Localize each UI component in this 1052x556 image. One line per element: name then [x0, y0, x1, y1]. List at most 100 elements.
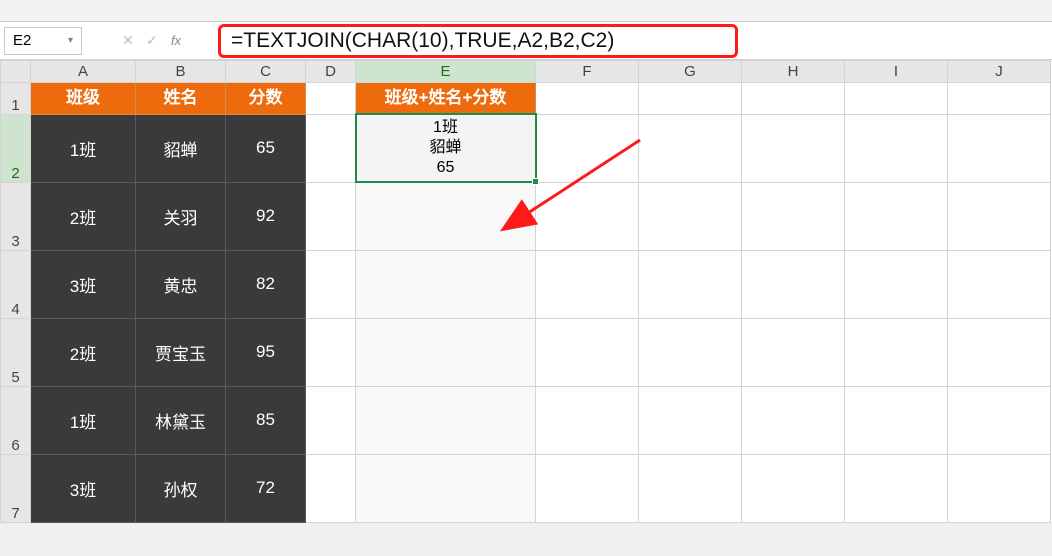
table-header-E[interactable]: 班级+姓名+分数 [356, 83, 536, 115]
cell-J1[interactable] [948, 83, 1051, 115]
cell-G6[interactable] [639, 386, 742, 454]
cell-I2[interactable] [845, 114, 948, 182]
cell-H2[interactable] [742, 114, 845, 182]
col-header-G[interactable]: G [639, 61, 742, 83]
row-header-4[interactable]: 4 [1, 250, 31, 318]
data-cell-C2[interactable]: 65 [226, 114, 306, 182]
cell-I3[interactable] [845, 182, 948, 250]
cell-G2[interactable] [639, 114, 742, 182]
table-header-C[interactable]: 分数 [226, 83, 306, 115]
col-header-H[interactable]: H [742, 61, 845, 83]
data-cell-A6[interactable]: 1班 [31, 386, 136, 454]
cell-J7[interactable] [948, 454, 1051, 522]
data-cell-A7[interactable]: 3班 [31, 454, 136, 522]
cell-G5[interactable] [639, 318, 742, 386]
cell-F4[interactable] [536, 250, 639, 318]
row-header-5[interactable]: 5 [1, 318, 31, 386]
cell-I4[interactable] [845, 250, 948, 318]
grid-table: ABCDEFGHIJ1班级姓名分数班级+姓名+分数21班貂蝉651班 貂蝉 65… [0, 60, 1051, 523]
data-cell-A5[interactable]: 2班 [31, 318, 136, 386]
row-header-2[interactable]: 2 [1, 114, 31, 182]
col-header-C[interactable]: C [226, 61, 306, 83]
cell-I7[interactable] [845, 454, 948, 522]
cell-D6[interactable] [306, 386, 356, 454]
data-cell-B3[interactable]: 关羽 [136, 182, 226, 250]
formula-input[interactable]: =TEXTJOIN(CHAR(10),TRUE,A2,B2,C2) [218, 24, 738, 58]
formula-text: =TEXTJOIN(CHAR(10),TRUE,A2,B2,C2) [231, 29, 614, 53]
cell-D4[interactable] [306, 250, 356, 318]
cell-J5[interactable] [948, 318, 1051, 386]
col-header-B[interactable]: B [136, 61, 226, 83]
cell-I6[interactable] [845, 386, 948, 454]
col-header-E[interactable]: E [356, 61, 536, 83]
data-cell-C5[interactable]: 95 [226, 318, 306, 386]
cell-F2[interactable] [536, 114, 639, 182]
col-header-A[interactable]: A [31, 61, 136, 83]
cell-F7[interactable] [536, 454, 639, 522]
data-cell-A2[interactable]: 1班 [31, 114, 136, 182]
data-cell-C4[interactable]: 82 [226, 250, 306, 318]
row-header-6[interactable]: 6 [1, 386, 31, 454]
cell-H1[interactable] [742, 83, 845, 115]
data-cell-B7[interactable]: 孙权 [136, 454, 226, 522]
fill-handle[interactable] [532, 178, 539, 185]
name-box-dropdown-icon[interactable]: ▾ [68, 35, 73, 46]
formula-bar-buttons: ✕ ✓ fx [86, 29, 218, 53]
data-cell-C6[interactable]: 85 [226, 386, 306, 454]
cell-D1[interactable] [306, 83, 356, 115]
cell-G4[interactable] [639, 250, 742, 318]
cell-D2[interactable] [306, 114, 356, 182]
cell-H6[interactable] [742, 386, 845, 454]
enter-icon[interactable]: ✓ [140, 29, 164, 53]
cell-H5[interactable] [742, 318, 845, 386]
cancel-icon[interactable]: ✕ [116, 29, 140, 53]
cell-G3[interactable] [639, 182, 742, 250]
table-header-A[interactable]: 班级 [31, 83, 136, 115]
cell-D3[interactable] [306, 182, 356, 250]
cell-D5[interactable] [306, 318, 356, 386]
cell-J2[interactable] [948, 114, 1051, 182]
cell-H7[interactable] [742, 454, 845, 522]
worksheet-grid[interactable]: ABCDEFGHIJ1班级姓名分数班级+姓名+分数21班貂蝉651班 貂蝉 65… [0, 60, 1052, 523]
result-cell-E7[interactable] [356, 454, 536, 522]
col-header-D[interactable]: D [306, 61, 356, 83]
data-cell-B4[interactable]: 黄忠 [136, 250, 226, 318]
cell-F6[interactable] [536, 386, 639, 454]
cell-J6[interactable] [948, 386, 1051, 454]
ribbon-strip [0, 0, 1052, 22]
select-all-corner[interactable] [1, 61, 31, 83]
data-cell-B2[interactable]: 貂蝉 [136, 114, 226, 182]
row-header-3[interactable]: 3 [1, 182, 31, 250]
result-cell-E6[interactable] [356, 386, 536, 454]
cell-J3[interactable] [948, 182, 1051, 250]
row-header-7[interactable]: 7 [1, 454, 31, 522]
cell-F1[interactable] [536, 83, 639, 115]
cell-H3[interactable] [742, 182, 845, 250]
cell-F3[interactable] [536, 182, 639, 250]
cell-I5[interactable] [845, 318, 948, 386]
cell-D7[interactable] [306, 454, 356, 522]
result-cell-E3[interactable] [356, 182, 536, 250]
cell-I1[interactable] [845, 83, 948, 115]
cell-H4[interactable] [742, 250, 845, 318]
cell-G7[interactable] [639, 454, 742, 522]
data-cell-A4[interactable]: 3班 [31, 250, 136, 318]
cell-G1[interactable] [639, 83, 742, 115]
result-cell-E4[interactable] [356, 250, 536, 318]
name-box[interactable]: E2 ▾ [4, 27, 82, 55]
col-header-J[interactable]: J [948, 61, 1051, 83]
result-cell-E5[interactable] [356, 318, 536, 386]
cell-J4[interactable] [948, 250, 1051, 318]
data-cell-B6[interactable]: 林黛玉 [136, 386, 226, 454]
table-header-B[interactable]: 姓名 [136, 83, 226, 115]
data-cell-B5[interactable]: 贾宝玉 [136, 318, 226, 386]
data-cell-C3[interactable]: 92 [226, 182, 306, 250]
selected-cell[interactable]: 1班 貂蝉 65 [356, 114, 536, 182]
row-header-1[interactable]: 1 [1, 83, 31, 115]
cell-F5[interactable] [536, 318, 639, 386]
data-cell-C7[interactable]: 72 [226, 454, 306, 522]
fx-icon[interactable]: fx [164, 29, 188, 53]
col-header-F[interactable]: F [536, 61, 639, 83]
col-header-I[interactable]: I [845, 61, 948, 83]
data-cell-A3[interactable]: 2班 [31, 182, 136, 250]
